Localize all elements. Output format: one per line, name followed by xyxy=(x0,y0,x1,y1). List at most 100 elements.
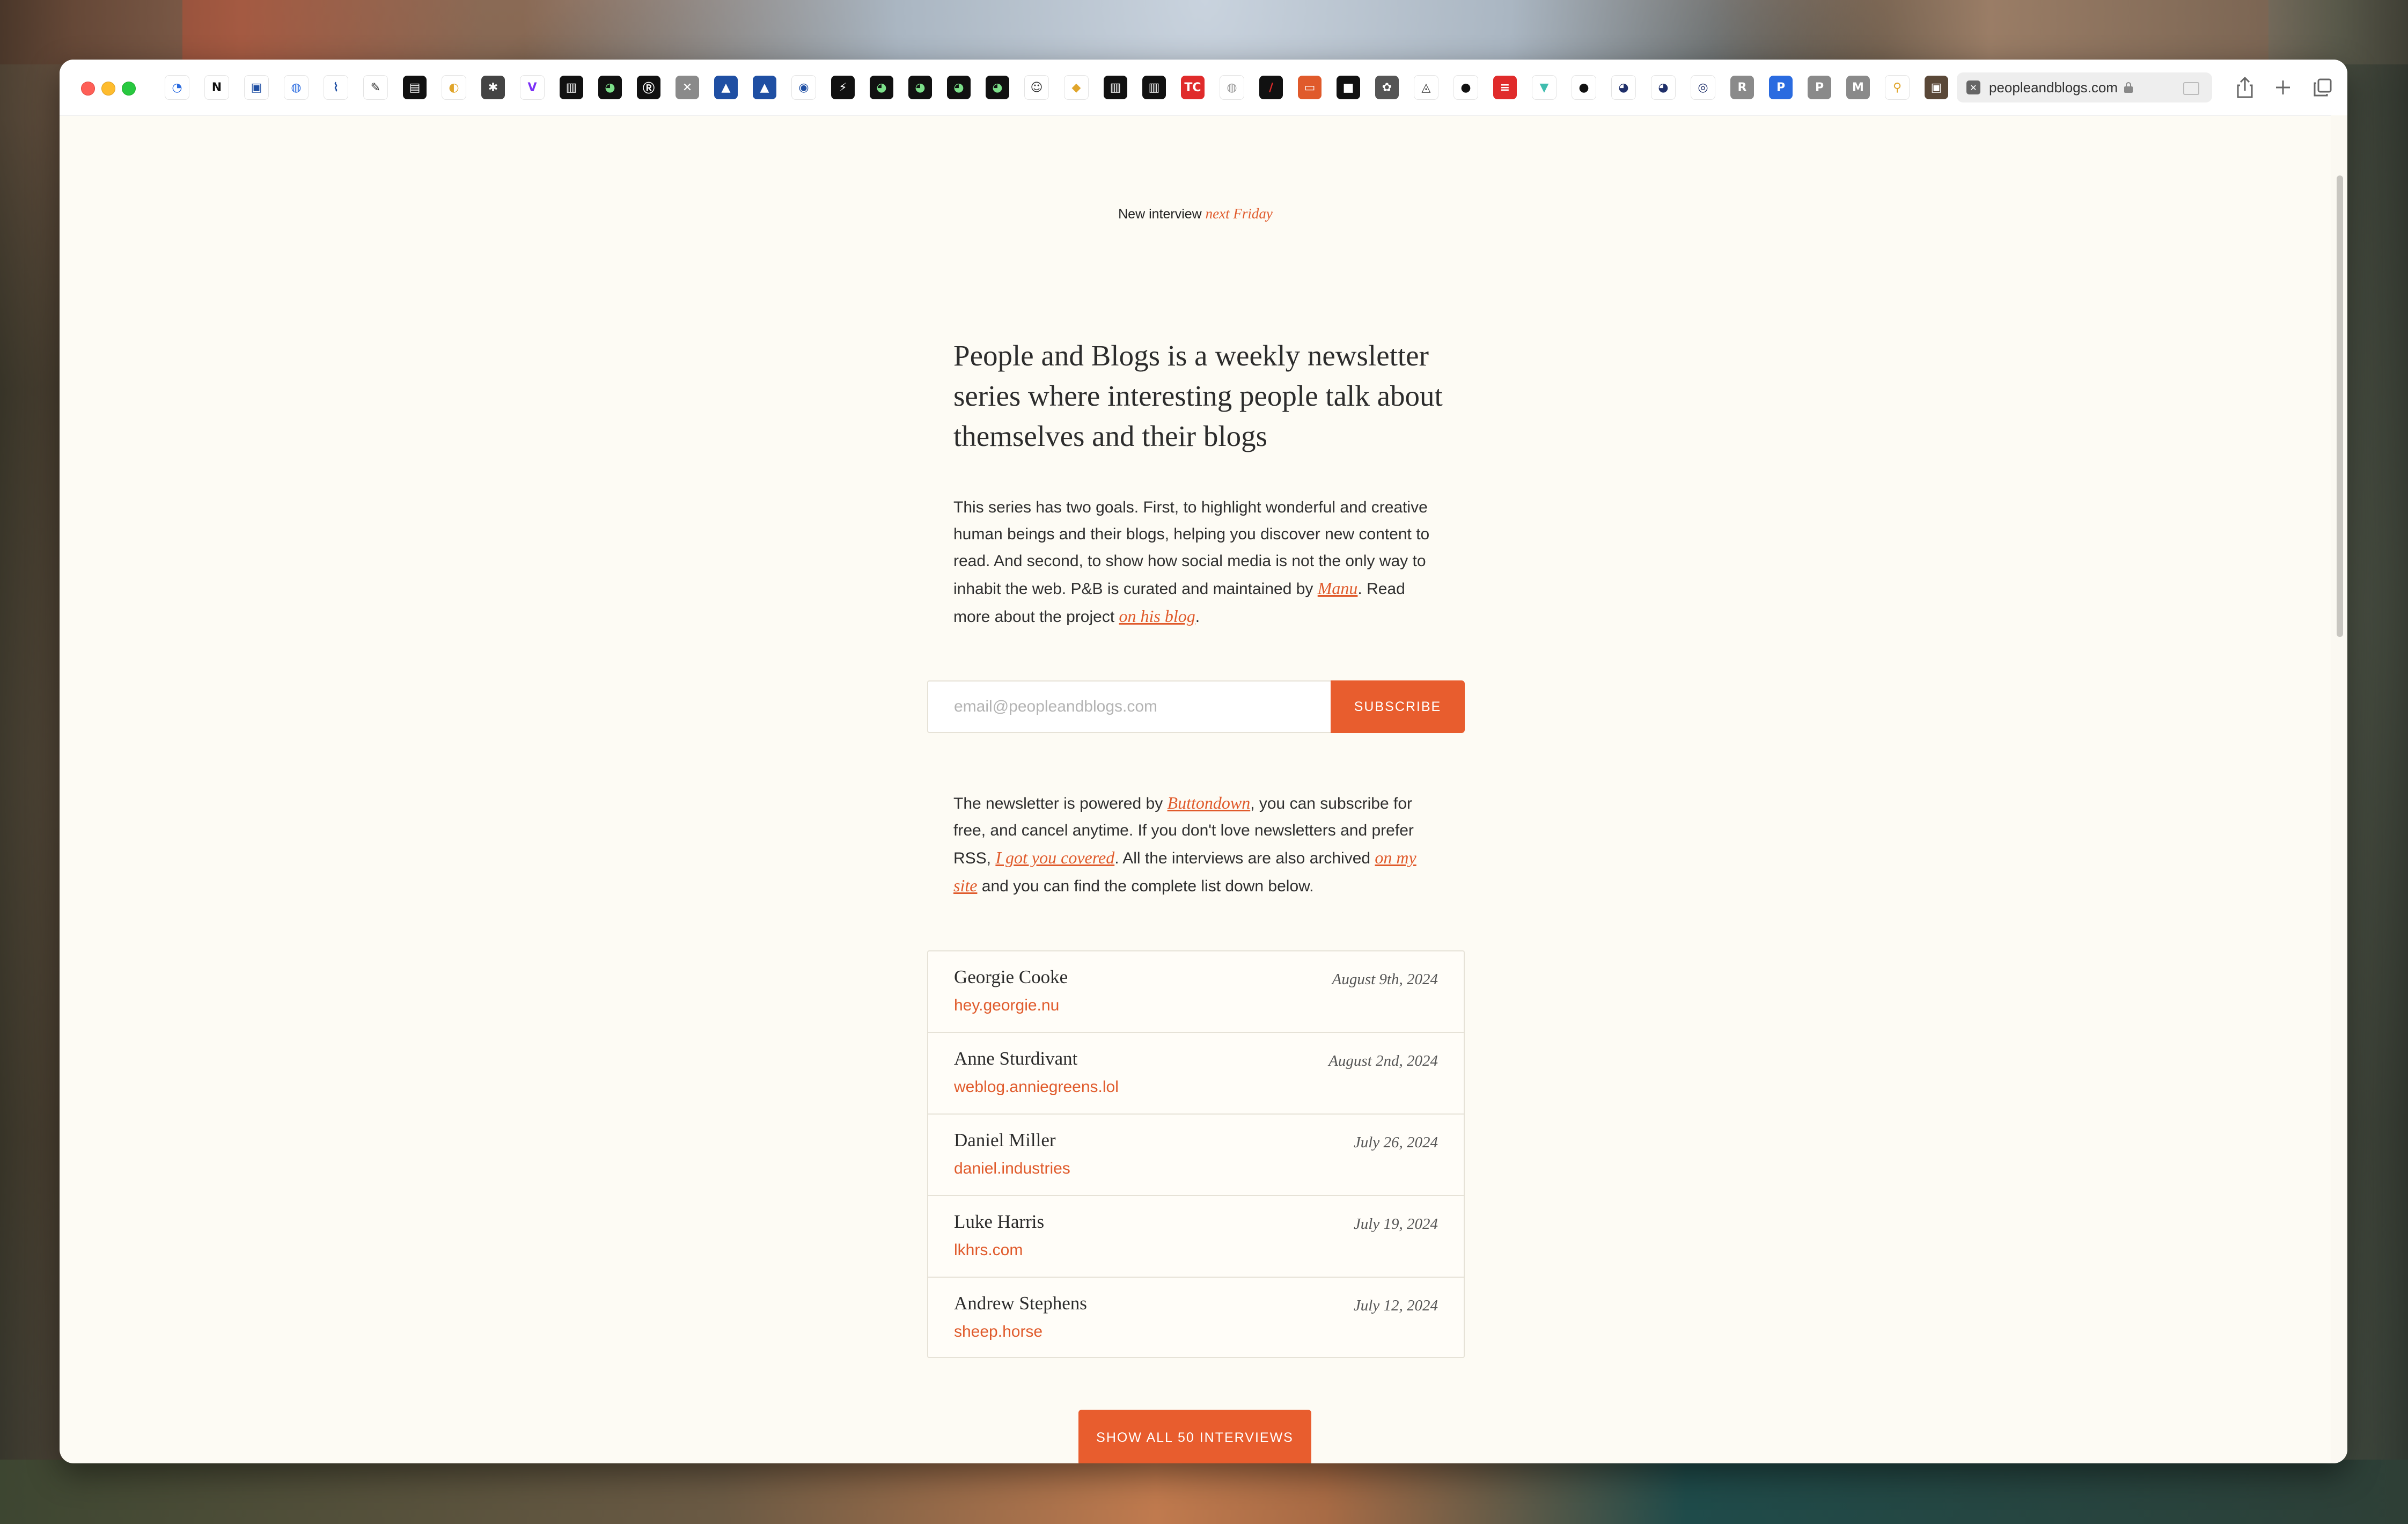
share-icon[interactable] xyxy=(2233,76,2257,99)
interview-date: July 26, 2024 xyxy=(1353,1134,1438,1151)
fav-github-2-icon[interactable]: ● xyxy=(1572,75,1596,100)
email-input[interactable] xyxy=(927,680,1331,733)
show-all-interviews-button[interactable]: SHOW ALL 50 INTERVIEWS xyxy=(1078,1410,1311,1463)
fav-9-icon[interactable]: ✱ xyxy=(481,76,505,99)
fav-3-icon[interactable]: ▣ xyxy=(244,75,269,100)
rss-link[interactable]: I got you covered xyxy=(995,848,1114,867)
lock-icon xyxy=(2124,82,2133,93)
newsletter-text-1: The newsletter is powered by xyxy=(953,795,1168,812)
fav-14-icon[interactable]: ✕ xyxy=(676,76,699,99)
scrollbar-thumb[interactable] xyxy=(2337,175,2343,637)
fav-40-icon[interactable]: ◎ xyxy=(1691,75,1715,100)
interview-row[interactable]: Luke Harris lkhrs.com July 19, 2024 xyxy=(928,1196,1464,1278)
page-scrollbar[interactable] xyxy=(2331,115,2347,1463)
fullscreen-window-button[interactable] xyxy=(122,82,136,96)
interview-name[interactable]: Anne Sturdivant xyxy=(954,1048,1077,1069)
next-friday-link[interactable]: next Friday xyxy=(1206,206,1273,222)
interview-site-link[interactable]: lkhrs.com xyxy=(954,1241,1023,1259)
fav-29-icon[interactable]: ∕ xyxy=(1259,76,1283,99)
fav-39-icon[interactable]: ◕ xyxy=(1651,75,1676,100)
interview-row[interactable]: Georgie Cooke hey.georgie.nu August 9th,… xyxy=(928,951,1464,1033)
fav-rss-icon[interactable]: ⌇ xyxy=(324,75,348,100)
interview-site-link[interactable]: hey.georgie.nu xyxy=(954,997,1059,1015)
fav-12-icon[interactable]: ◕ xyxy=(598,76,622,99)
fav-43-icon[interactable]: P xyxy=(1808,76,1831,99)
fav-6-icon[interactable]: ✎ xyxy=(363,75,388,100)
fav-32-icon[interactable]: ✿ xyxy=(1375,76,1399,99)
new-tab-icon[interactable] xyxy=(2271,76,2295,99)
site-favicon-icon: ✕ xyxy=(1966,80,1980,94)
signup-form: SUBSCRIBE xyxy=(927,680,1465,733)
tab-overview-icon[interactable] xyxy=(2311,76,2334,99)
interview-date: July 12, 2024 xyxy=(1353,1297,1438,1314)
fav-44-icon[interactable]: M xyxy=(1846,76,1870,99)
fav-30-icon[interactable]: ▭ xyxy=(1298,76,1322,99)
minimize-window-button[interactable] xyxy=(101,82,115,96)
fav-github-icon[interactable]: ● xyxy=(1453,75,1478,100)
fav-20-icon[interactable]: ◕ xyxy=(908,76,932,99)
fav-22-icon[interactable]: ◕ xyxy=(986,76,1009,99)
fav-15-icon[interactable]: ▲ xyxy=(714,76,738,99)
browser-window: ◔ N ▣ ◍ ⌇ ✎ ▤ ◐ ✱ V ▥ ◕ Ⓡ ✕ ▲ ▲ ◉ ⚡ ◕ ◕ ◕ ◕ ☺ ◆ ▥ ▥ TC ◍ ∕ ▭ ■ ✿ ◬ ● ≡ ▼ ● ◕ ◕… xyxy=(60,60,2347,1463)
subscribe-button[interactable]: SUBSCRIBE xyxy=(1331,680,1465,733)
address-bar[interactable]: ✕ peopleandblogs.com xyxy=(1957,72,2212,102)
wallpaper-canyon-bottom xyxy=(0,1460,2408,1524)
fav-19-icon[interactable]: ◕ xyxy=(870,76,893,99)
fav-26-icon[interactable]: ▥ xyxy=(1142,76,1166,99)
interview-date: August 2nd, 2024 xyxy=(1328,1052,1438,1069)
fav-18-icon[interactable]: ⚡ xyxy=(831,76,855,99)
fav-11-icon[interactable]: ▥ xyxy=(560,76,583,99)
close-window-button[interactable] xyxy=(81,82,95,96)
fav-46-icon[interactable]: ▣ xyxy=(1925,76,1948,99)
next-interview-announcement: New interview next Friday xyxy=(60,206,2331,222)
fav-13-icon[interactable]: Ⓡ xyxy=(637,76,660,99)
fav-10-icon[interactable]: V xyxy=(520,75,545,100)
description-text-3: . xyxy=(1195,608,1200,626)
fav-techcrunch-icon[interactable]: TC xyxy=(1181,76,1205,99)
fav-28-icon[interactable]: ◍ xyxy=(1220,75,1244,100)
fav-23-icon[interactable]: ☺ xyxy=(1024,75,1049,100)
fav-24-icon[interactable]: ◆ xyxy=(1064,75,1089,100)
interview-name[interactable]: Daniel Miller xyxy=(954,1130,1056,1151)
reader-mode-icon[interactable] xyxy=(2183,82,2199,95)
fav-41-icon[interactable]: R xyxy=(1730,76,1754,99)
interview-site-link[interactable]: sheep.horse xyxy=(954,1323,1043,1341)
buttondown-link[interactable]: Buttondown xyxy=(1168,793,1251,812)
fav-42-icon[interactable]: P xyxy=(1769,76,1793,99)
fav-4-icon[interactable]: ◍ xyxy=(284,75,309,100)
browser-toolbar: ◔ N ▣ ◍ ⌇ ✎ ▤ ◐ ✱ V ▥ ◕ Ⓡ ✕ ▲ ▲ ◉ ⚡ ◕ ◕ ◕ ◕ ☺ ◆ ▥ ▥ TC ◍ ∕ ▭ ■ ✿ ◬ ● ≡ ▼ ● ◕ ◕… xyxy=(60,60,2347,116)
interview-name[interactable]: Georgie Cooke xyxy=(954,966,1068,988)
newsletter-text-4: and you can find the complete list down … xyxy=(977,877,1314,895)
fav-36-icon[interactable]: ▼ xyxy=(1532,75,1557,100)
interview-name[interactable]: Luke Harris xyxy=(954,1211,1044,1233)
announcement-text: New interview xyxy=(1118,207,1202,222)
interview-date: August 9th, 2024 xyxy=(1332,971,1438,988)
fav-38-icon[interactable]: ◕ xyxy=(1611,75,1636,100)
fav-notion-icon[interactable]: N xyxy=(204,75,229,100)
fav-25-icon[interactable]: ▥ xyxy=(1104,76,1127,99)
interview-name[interactable]: Andrew Stephens xyxy=(954,1293,1087,1314)
fav-35-icon[interactable]: ≡ xyxy=(1493,76,1517,99)
fav-17-icon[interactable]: ◉ xyxy=(791,75,816,100)
interview-row[interactable]: Daniel Miller daniel.industries July 26,… xyxy=(928,1115,1464,1196)
manu-link[interactable]: Manu xyxy=(1318,578,1358,598)
interview-site-link[interactable]: weblog.anniegreens.lol xyxy=(954,1078,1119,1096)
fav-21-icon[interactable]: ◕ xyxy=(947,76,971,99)
intro-title: People and Blogs is a weekly newsletter … xyxy=(953,339,1443,452)
interview-list: Georgie Cooke hey.georgie.nu August 9th,… xyxy=(927,950,1465,1358)
series-description: This series has two goals. First, to hig… xyxy=(953,494,1436,631)
his-blog-link[interactable]: on his blog xyxy=(1119,606,1195,626)
interview-row[interactable]: Anne Sturdivant weblog.anniegreens.lol A… xyxy=(928,1033,1464,1115)
fav-8-icon[interactable]: ◐ xyxy=(442,75,466,100)
fav-16-icon[interactable]: ▲ xyxy=(753,76,776,99)
address-bar-url: peopleandblogs.com xyxy=(1989,79,2118,96)
interview-site-link[interactable]: daniel.industries xyxy=(954,1160,1070,1178)
newsletter-info: The newsletter is powered by Buttondown,… xyxy=(953,789,1436,900)
fav-7-icon[interactable]: ▤ xyxy=(403,76,427,99)
fav-1-icon[interactable]: ◔ xyxy=(165,75,189,100)
page-content: New interview next Friday People and Blo… xyxy=(60,115,2331,1463)
fav-31-icon[interactable]: ■ xyxy=(1337,76,1360,99)
fav-33-icon[interactable]: ◬ xyxy=(1414,75,1438,100)
fav-45-icon[interactable]: ⚲ xyxy=(1885,75,1910,100)
interview-row[interactable]: Andrew Stephens sheep.horse July 12, 202… xyxy=(928,1278,1464,1359)
